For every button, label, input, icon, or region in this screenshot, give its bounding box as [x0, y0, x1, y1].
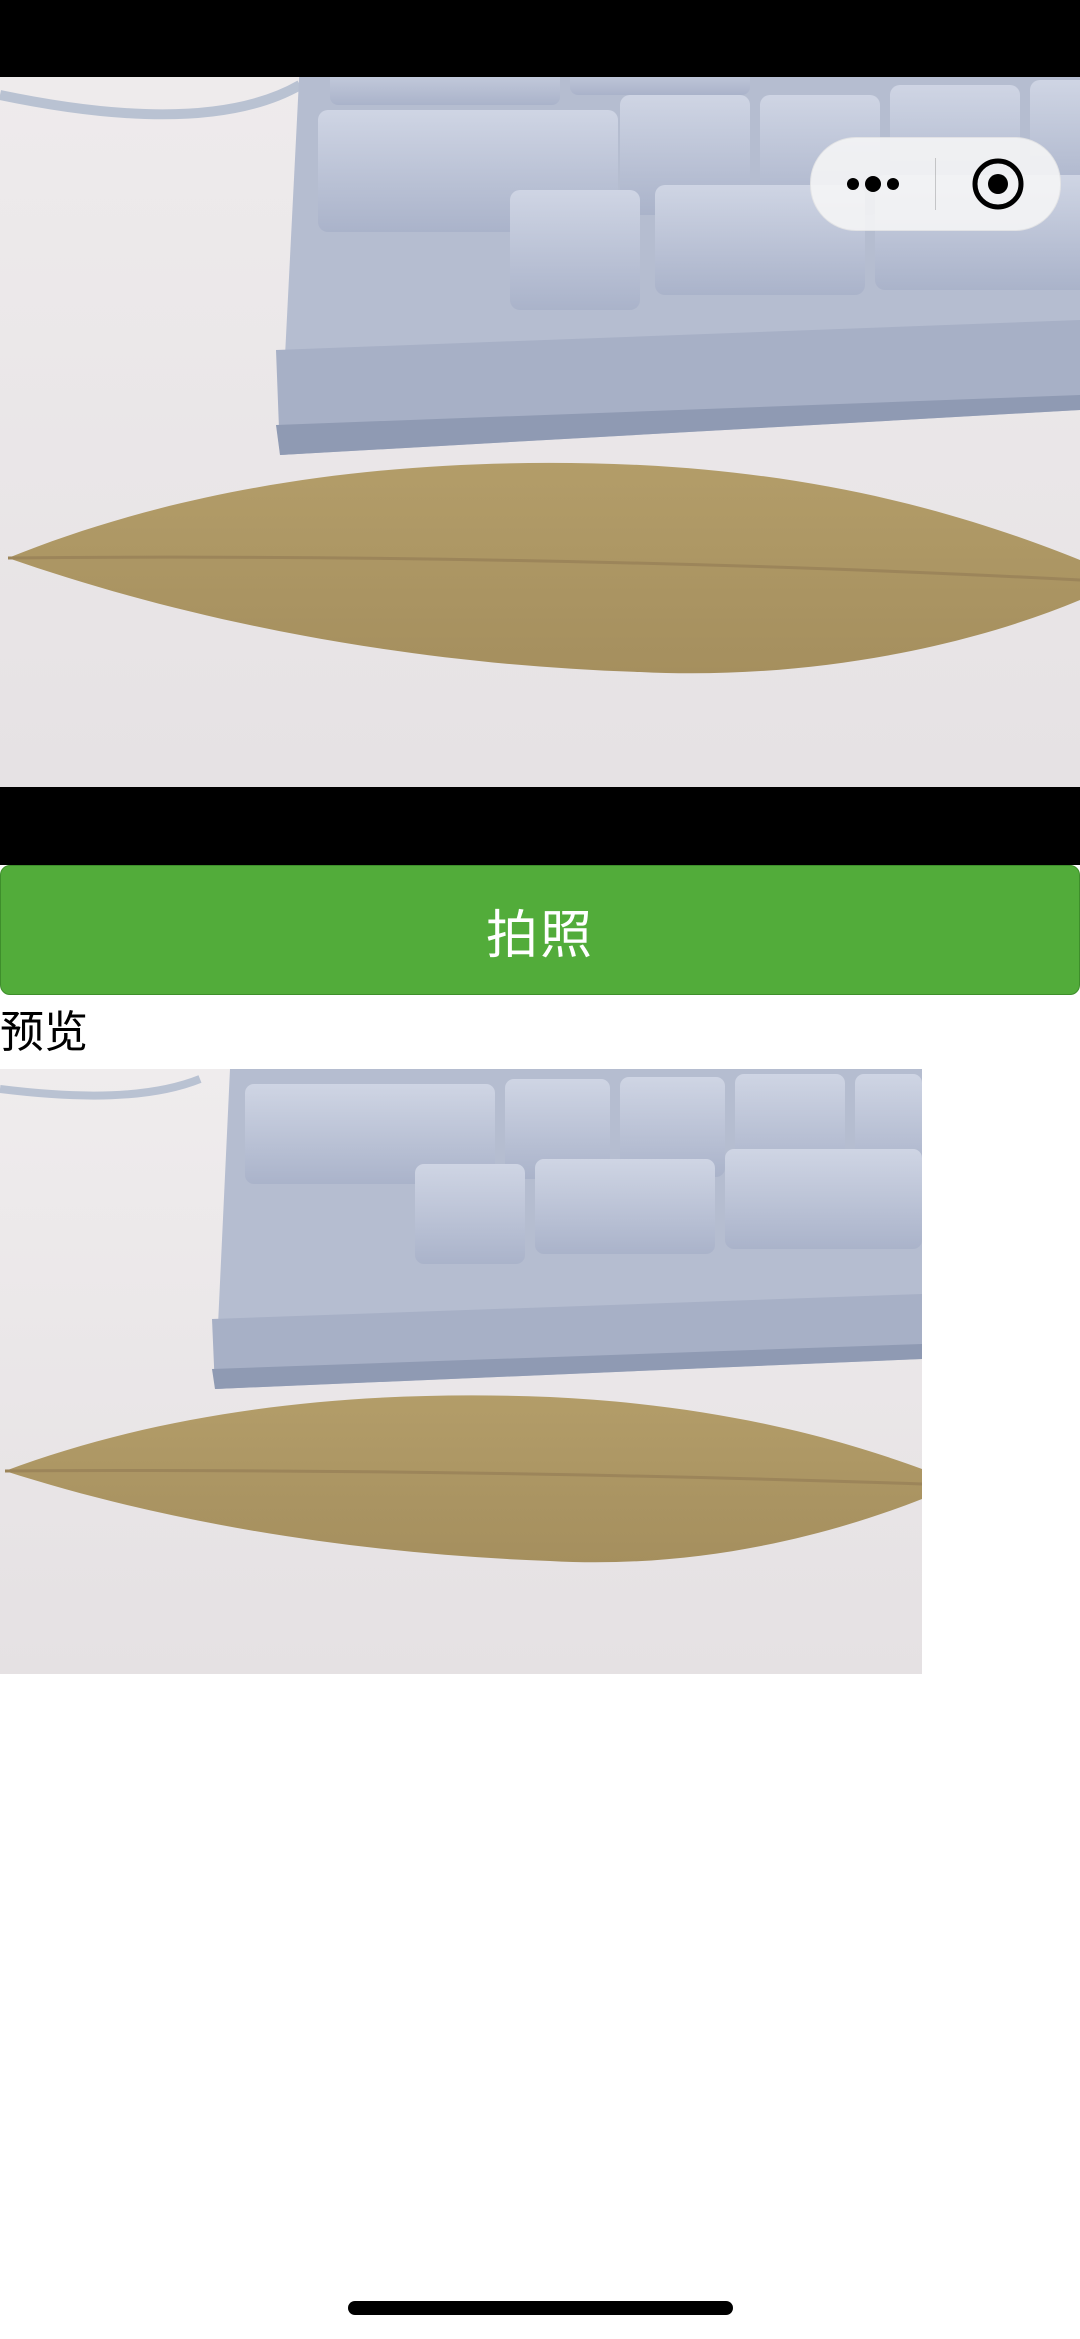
capsule-menu — [810, 137, 1061, 231]
camera-view — [0, 0, 1080, 787]
more-dots-icon[interactable] — [811, 138, 935, 230]
camera-bottom-band — [0, 787, 1080, 865]
preview-image — [0, 1069, 922, 1674]
target-close-icon[interactable] — [936, 138, 1060, 230]
preview-label: 预览 — [0, 1007, 88, 1058]
take-photo-button[interactable]: 拍照 — [0, 865, 1080, 995]
camera-feed-image — [0, 0, 1080, 787]
home-indicator — [348, 2301, 733, 2315]
status-bar — [0, 0, 1080, 77]
